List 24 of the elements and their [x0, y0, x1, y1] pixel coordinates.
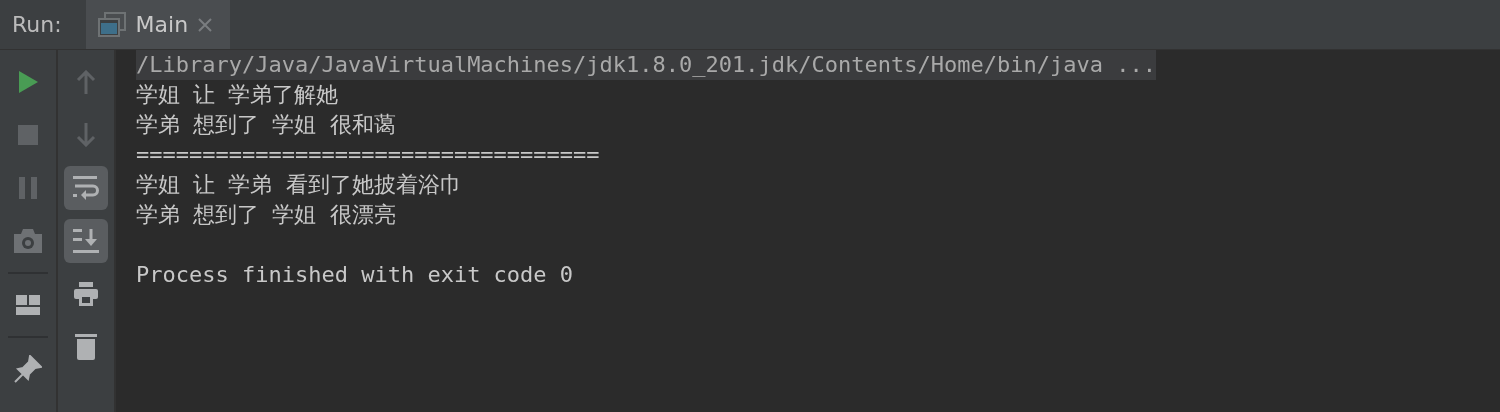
- console-output: 学姐 让 学弟了解她: [136, 81, 339, 109]
- scroll-to-end-icon: [73, 229, 99, 253]
- arrow-down-icon: [76, 123, 96, 147]
- console-output: ===================================: [136, 141, 600, 169]
- soft-wrap-icon: [73, 176, 99, 200]
- scroll-to-end-button[interactable]: [64, 219, 108, 263]
- printer-icon: [74, 282, 98, 306]
- pause-icon: [19, 177, 37, 199]
- window-icon: [97, 11, 126, 38]
- exit-message: Process finished with exit code 0: [136, 261, 574, 289]
- console-output: 学弟 想到了 学姐 很和蔼: [136, 111, 396, 139]
- camera-icon: [14, 229, 42, 253]
- pin-icon: [14, 355, 42, 383]
- arrow-up-icon: [76, 70, 96, 94]
- stop-icon: [18, 125, 38, 145]
- run-tab[interactable]: Main: [85, 0, 231, 49]
- trash-icon: [75, 334, 97, 360]
- layout-icon: [16, 295, 40, 315]
- run-icon: [17, 70, 39, 94]
- panel-label: Run:: [11, 12, 63, 37]
- console-output: 学弟 想到了 学姐 很漂亮: [136, 201, 396, 229]
- close-icon[interactable]: [198, 17, 213, 32]
- console-output: 学姐 让 学弟 看到了她披着浴巾: [136, 171, 462, 199]
- soft-wrap-button[interactable]: [64, 166, 108, 210]
